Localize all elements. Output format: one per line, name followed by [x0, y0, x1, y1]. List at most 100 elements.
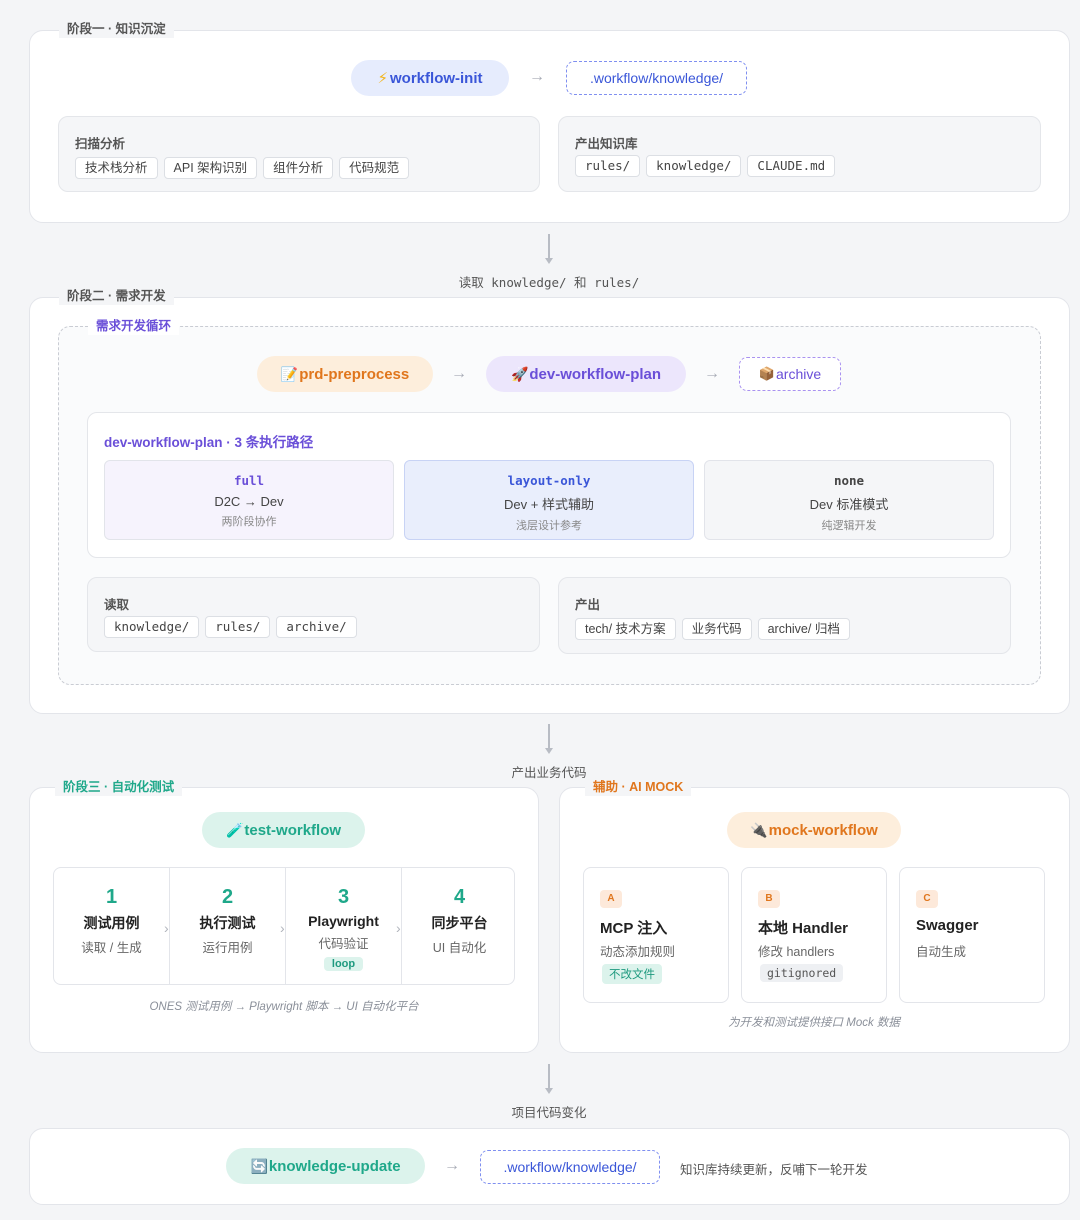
mock-workflow-pill[interactable]: 🔌 mock-workflow [727, 812, 901, 848]
dev-output-title: 产出 [575, 598, 601, 612]
path-name: layout-only [507, 473, 591, 488]
test-step-1[interactable]: 1 测试用例 读取 / 生成 [54, 868, 169, 986]
chip: 代码规范 [339, 157, 410, 179]
option-desc: 自动生成 [916, 945, 967, 959]
chip: 业务代码 [681, 618, 752, 640]
knowledge-update-label: knowledge-update [268, 1157, 401, 1175]
connector-label: 产出业务代码 [511, 766, 587, 780]
mock-option-c[interactable]: C Swagger 自动生成 [899, 867, 1045, 1003]
path-name: none [833, 473, 865, 488]
prd-preprocess-label: prd-preprocess [299, 365, 410, 383]
path-sub: 浅层设计参考 [516, 520, 582, 532]
path-none[interactable]: none Dev 标准模式 纯逻辑开发 [704, 460, 994, 540]
dev-output-chips: tech/ 技术方案 业务代码 archive/ 归档 [575, 618, 850, 640]
test-steps: 1 测试用例 读取 / 生成 › 2 执行测试 运行用例 › 3 Playwri… [53, 867, 515, 985]
read-chips: knowledge/ rules/ archive/ [104, 616, 357, 638]
chip: CLAUDE.md [747, 155, 836, 177]
mock-caption: 为开发和测试提供接口 Mock 数据 [728, 1017, 900, 1029]
plug-icon: 🔌 [750, 821, 768, 838]
step-title: 执行测试 [199, 915, 256, 931]
step-desc: 代码验证 [318, 937, 369, 951]
test-workflow-pill[interactable]: 🧪 test-workflow [202, 812, 365, 848]
test-step-2[interactable]: 2 执行测试 运行用例 [170, 868, 285, 986]
step-desc: 运行用例 [202, 941, 253, 955]
path-full[interactable]: full D2C → Dev 两阶段协作 [104, 460, 394, 540]
path-name: full [233, 473, 265, 488]
chip: rules/ [205, 616, 271, 638]
option-tag: 不改文件 [602, 964, 662, 984]
step-number: 3 [337, 886, 350, 908]
knowledge-target-box: .workflow/knowledge/ [480, 1150, 660, 1184]
dev-workflow-plan-pill[interactable]: 🚀 dev-workflow-plan [486, 356, 686, 392]
knowledge-update-pill[interactable]: 🔄 knowledge-update [226, 1148, 425, 1184]
test-step-4[interactable]: 4 同步平台 UI 自动化 [402, 868, 517, 986]
read-title: 读取 [104, 598, 130, 612]
path-layout-only[interactable]: layout-only Dev + 样式辅助 浅层设计参考 [404, 460, 694, 540]
workflow-init-pill[interactable]: ⚡ workflow-init [351, 60, 509, 96]
arrow-right-icon: → [529, 68, 545, 85]
connector-line [548, 234, 550, 258]
arrow-down-icon [545, 258, 553, 264]
dev-workflow-plan-label: dev-workflow-plan [529, 365, 662, 383]
stage1-label: 阶段一 · 知识沉淀 [59, 20, 174, 38]
option-desc: 修改 handlers [758, 945, 835, 959]
path-sub: 两阶段协作 [221, 516, 277, 528]
test-step-3[interactable]: 3 Playwright 代码验证 loop [286, 868, 401, 986]
mock-option-b[interactable]: B 本地 Handler 修改 handlers gitignored [741, 867, 887, 1003]
chevron-right-icon: › [396, 920, 401, 936]
archive-label: archive [776, 366, 822, 382]
stage2-label: 阶段二 · 需求开发 [59, 287, 174, 305]
option-badge: C [916, 890, 938, 908]
step-number: 1 [105, 886, 118, 908]
paths-title: dev-workflow-plan · 3 条执行路径 [104, 435, 314, 450]
chip: 组件分析 [263, 157, 334, 179]
memo-icon: 📝 [280, 365, 299, 382]
step-title: 测试用例 [83, 915, 140, 931]
chip: archive/ 归档 [757, 618, 850, 640]
archive-box[interactable]: 📦 archive [739, 357, 841, 391]
chevron-right-icon: › [280, 920, 285, 936]
step-number: 4 [453, 886, 466, 908]
arrow-right-icon: → [704, 365, 720, 382]
path-desc: Dev + 样式辅助 [504, 497, 594, 512]
dev-loop-label: 需求开发循环 [88, 317, 180, 335]
prd-preprocess-pill[interactable]: 📝 prd-preprocess [257, 356, 433, 392]
test-tube-icon: 🧪 [225, 821, 244, 838]
output-chips: rules/ knowledge/ CLAUDE.md [575, 155, 836, 177]
test-caption: ONES 测试用例 → Playwright 脚本 → UI 自动化平台 [149, 1001, 419, 1013]
step-title: Playwright [308, 913, 379, 929]
loop-tag: loop [323, 957, 364, 971]
lightning-icon: ⚡ [377, 70, 389, 87]
connector-label: 读取 knowledge/ 和 rules/ [458, 275, 640, 290]
chip: API 架构识别 [163, 157, 258, 179]
rocket-icon: 🚀 [510, 365, 529, 382]
arrow-right-icon: → [444, 1157, 460, 1174]
test-workflow-label: test-workflow [244, 821, 342, 839]
read-panel: 读取 knowledge/ rules/ archive/ [87, 577, 540, 652]
chip: knowledge/ [646, 155, 742, 177]
scan-title: 扫描分析 [75, 137, 126, 151]
option-title: 本地 Handler [758, 920, 849, 937]
refresh-icon: 🔄 [250, 1157, 268, 1174]
step-desc: 读取 / 生成 [81, 941, 142, 955]
knowledge-output-panel: 产出知识库 rules/ knowledge/ CLAUDE.md [558, 116, 1041, 192]
output-title: 产出知识库 [575, 137, 638, 151]
paths-panel: dev-workflow-plan · 3 条执行路径 full D2C → D… [87, 412, 1011, 558]
workflow-init-label: workflow-init [390, 69, 483, 87]
arrow-right-icon: → [451, 365, 467, 382]
step-desc: UI 自动化 [432, 941, 487, 955]
mock-option-a[interactable]: A MCP 注入 动态添加规则 不改文件 [583, 867, 729, 1003]
package-icon: 📦 [758, 366, 776, 381]
option-desc: 动态添加规则 [600, 945, 676, 959]
chip: tech/ 技术方案 [575, 618, 676, 640]
step-number: 2 [221, 886, 234, 908]
option-title: Swagger [916, 917, 979, 934]
scan-panel: 扫描分析 技术栈分析 API 架构识别 组件分析 代码规范 [58, 116, 540, 192]
option-tag: gitignored [760, 964, 844, 982]
stage3-label: 阶段三 · 自动化测试 [55, 778, 183, 796]
arrow-down-icon [545, 748, 553, 754]
chip: 技术栈分析 [75, 157, 158, 179]
path-desc: D2C → Dev [214, 494, 284, 509]
dev-output-panel: 产出 tech/ 技术方案 业务代码 archive/ 归档 [558, 577, 1011, 654]
option-title: MCP 注入 [600, 920, 668, 937]
